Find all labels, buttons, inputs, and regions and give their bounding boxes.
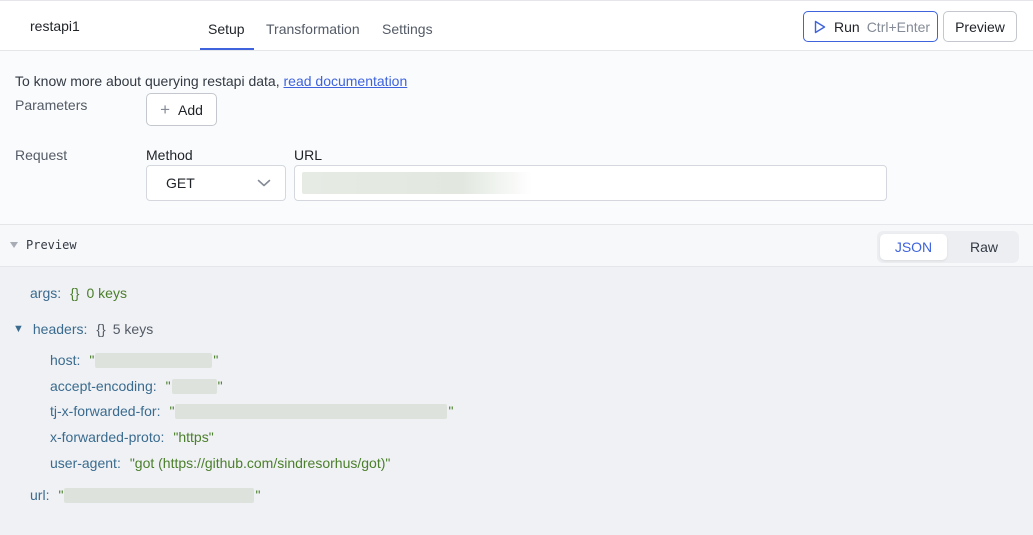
json-quote: " [213, 352, 219, 368]
json-key: accept-encoding [50, 378, 153, 394]
json-viewer: args: {} 0 keys ▼ headers: {} 5 keys hos… [0, 267, 1033, 535]
json-colon: : [83, 321, 88, 337]
json-key: tj-x-forwarded-for [50, 403, 157, 419]
parameters-label: Parameters [15, 97, 88, 113]
redacted-url [302, 172, 532, 194]
json-colon: : [152, 378, 157, 394]
json-quote: " [255, 487, 261, 503]
request-label: Request [15, 147, 68, 163]
json-colon: : [57, 285, 62, 301]
json-row-user-agent: user-agent: "got (https://github.com/sin… [50, 454, 390, 472]
json-quote: " [448, 403, 454, 419]
tab-transformation[interactable]: Transformation [266, 21, 360, 37]
json-key: x-forwarded-proto [50, 429, 161, 445]
method-label: Method [146, 147, 193, 163]
preview-button[interactable]: Preview [943, 11, 1017, 42]
json-quote: " [169, 403, 175, 419]
json-key: headers [32, 321, 84, 337]
query-header: restapi1 Setup Transformation Settings R… [0, 0, 1033, 51]
method-select[interactable]: GET [146, 165, 286, 201]
json-key: host [50, 352, 77, 368]
json-key-count: 5 keys [112, 321, 154, 337]
run-label: Run [834, 18, 860, 35]
json-colon: : [160, 429, 165, 445]
plus-icon: + [160, 100, 170, 119]
run-button[interactable]: Run Ctrl+Enter [803, 11, 938, 42]
add-label: Add [178, 101, 203, 118]
doc-link[interactable]: read documentation [284, 73, 408, 89]
json-key: user-agent [50, 455, 117, 471]
tab-setup[interactable]: Setup [208, 21, 245, 37]
preview-title: Preview [26, 238, 77, 252]
json-string-value: "https" [173, 429, 214, 445]
json-row-url: url: " " [30, 486, 260, 504]
json-row-host: host: " " [50, 351, 218, 369]
json-row-forwarded-for: tj-x-forwarded-for: " " [50, 402, 453, 420]
json-string-value: "got (https://github.com/sindresorhus/go… [129, 455, 391, 471]
play-icon [814, 20, 826, 33]
preview-collapse-toggle[interactable]: Preview [10, 238, 77, 252]
json-colon: : [116, 455, 121, 471]
json-key: args [30, 285, 58, 301]
query-name[interactable]: restapi1 [30, 18, 80, 34]
redacted-value [64, 487, 255, 503]
json-brace: {} [70, 285, 80, 301]
json-colon: : [76, 352, 81, 368]
json-quote: " [58, 487, 64, 503]
doc-hint-text: To know more about querying restapi data… [15, 73, 284, 89]
chevron-down-icon [257, 179, 271, 187]
query-config: To know more about querying restapi data… [0, 51, 1033, 225]
redacted-value [171, 378, 217, 394]
json-quote: " [217, 378, 223, 394]
json-key: url [30, 487, 46, 503]
url-input[interactable] [294, 165, 887, 201]
active-tab-indicator [200, 48, 254, 50]
json-key-count: 0 keys [86, 285, 127, 301]
redacted-value [95, 352, 213, 368]
caret-down-icon [10, 242, 18, 248]
preview-bar: Preview JSON Raw [0, 225, 1033, 267]
json-row-accept-encoding: accept-encoding: " " [50, 377, 223, 395]
redacted-value [175, 403, 448, 419]
add-parameter-button[interactable]: + Add [146, 93, 217, 126]
json-brace: {} [96, 321, 106, 337]
json-row-headers[interactable]: ▼ headers: {} 5 keys [13, 320, 153, 338]
json-view-button[interactable]: JSON [880, 234, 947, 260]
raw-view-button[interactable]: Raw [952, 234, 1016, 260]
url-label: URL [294, 147, 323, 163]
collapse-caret-icon[interactable]: ▼ [13, 323, 24, 335]
run-shortcut: Ctrl+Enter [866, 18, 931, 35]
json-row-forwarded-proto: x-forwarded-proto: "https" [50, 428, 214, 446]
method-value: GET [166, 175, 195, 191]
json-colon: : [45, 487, 50, 503]
view-mode-switch: JSON Raw [877, 231, 1019, 263]
tab-settings[interactable]: Settings [382, 21, 433, 37]
json-row-args: args: {} 0 keys [30, 284, 127, 302]
json-quote: " [165, 378, 171, 394]
json-colon: : [156, 403, 161, 419]
json-quote: " [89, 352, 95, 368]
doc-hint: To know more about querying restapi data… [15, 73, 407, 89]
